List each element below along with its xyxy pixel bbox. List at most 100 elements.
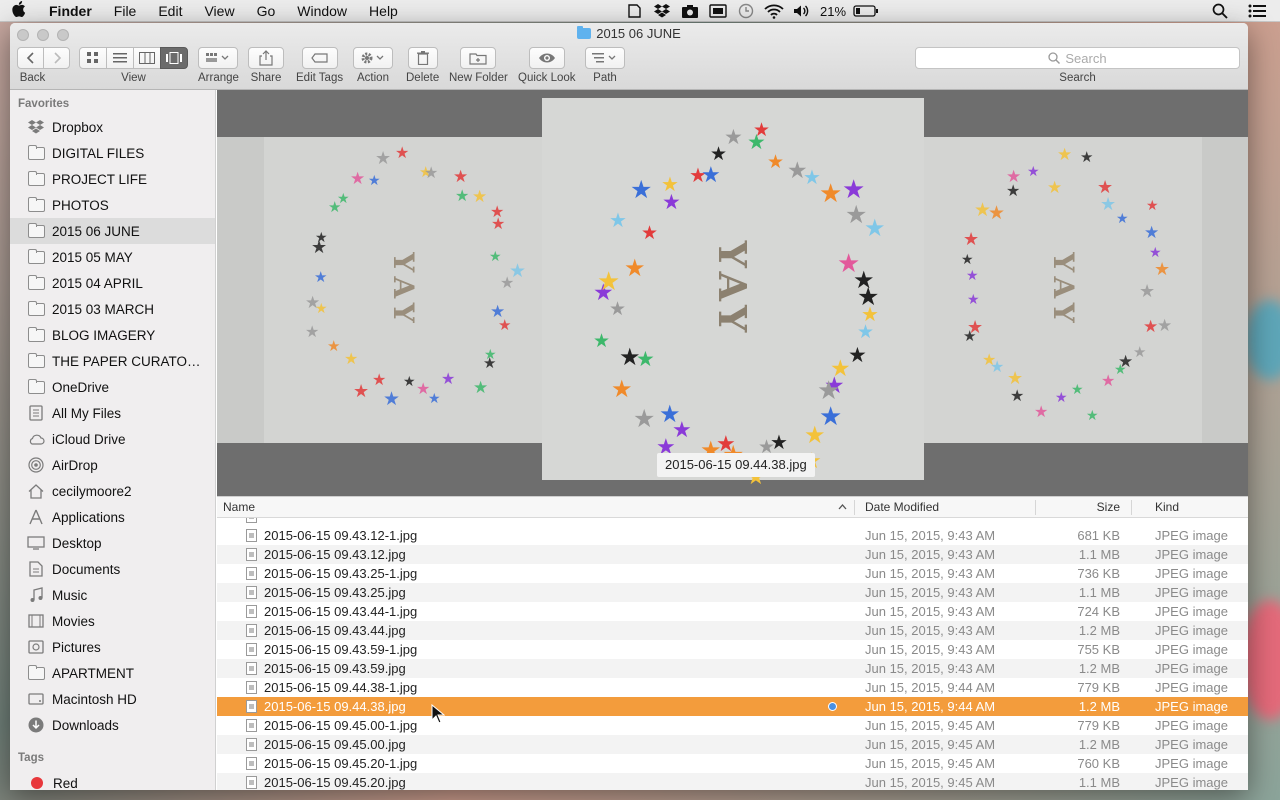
column-divider[interactable] [854, 500, 855, 515]
battery-icon[interactable] [853, 3, 879, 19]
quick-look-group: Quick Look [518, 47, 576, 84]
display-icon[interactable] [707, 3, 729, 19]
column-header-size[interactable]: Size [1097, 497, 1120, 518]
edit-tags-button[interactable] [301, 47, 338, 69]
sidebar-item-dropbox[interactable]: Dropbox [10, 114, 215, 140]
cover-flow-image-right-edge[interactable] [1202, 137, 1248, 443]
sidebar-item-onedrive[interactable]: OneDrive [10, 374, 215, 400]
column-header-kind[interactable]: Kind [1155, 497, 1179, 518]
sidebar-item-movies[interactable]: Movies [10, 608, 215, 634]
column-divider[interactable] [1035, 500, 1036, 515]
list-view-button[interactable] [106, 47, 134, 69]
favorites-header: Favorites [18, 98, 70, 110]
sidebar-item-digital-files[interactable]: DIGITAL FILES [10, 140, 215, 166]
column-divider[interactable] [1131, 500, 1132, 515]
table-row[interactable]: 2015-06-15 09.43.44.jpg Jun 15, 2015, 9:4… [217, 621, 1248, 640]
time-machine-icon[interactable] [735, 3, 757, 19]
quick-look-button[interactable] [528, 47, 565, 69]
menu-help[interactable]: Help [358, 3, 409, 19]
sidebar-item-downloads[interactable]: Downloads [10, 712, 215, 738]
column-view-button[interactable] [133, 47, 161, 69]
table-row[interactable]: 2015-06-15 09.43.12-1.jpg Jun 15, 2015, 9… [217, 526, 1248, 545]
cover-flow-image-left-edge[interactable] [217, 137, 264, 443]
search-field[interactable]: Search [915, 47, 1240, 69]
action-button[interactable] [353, 47, 393, 69]
sidebar-item-2015-05-may[interactable]: 2015 05 MAY [10, 244, 215, 270]
sidebar-item-the-paper-curato[interactable]: THE PAPER CURATO… [10, 348, 215, 374]
sidebar-item-desktop[interactable]: Desktop [10, 530, 215, 556]
sidebar-item-documents[interactable]: Documents [10, 556, 215, 582]
date-modified: Jun 15, 2015, 9:43 AM [865, 528, 996, 543]
sidebar-tag-red[interactable]: Red [10, 770, 215, 790]
folder-icon [27, 222, 45, 239]
table-row[interactable]: 2015-06-15 09.43.59-1.jpg Jun 15, 2015, 9… [217, 640, 1248, 659]
column-header-date-modified[interactable]: Date Modified [865, 497, 939, 518]
menu-view[interactable]: View [193, 3, 245, 19]
icon-view-button[interactable] [79, 47, 107, 69]
sidebar-item-all-my-files[interactable]: All My Files [10, 400, 215, 426]
arrange-icon [206, 53, 229, 62]
sidebar-item-music[interactable]: Music [10, 582, 215, 608]
volume-icon[interactable] [791, 3, 813, 19]
menu-app-name[interactable]: Finder [38, 3, 103, 19]
sort-ascending-icon[interactable] [838, 497, 847, 518]
folder-icon [27, 664, 45, 681]
dropbox-icon[interactable] [651, 3, 673, 19]
sidebar-item-icloud-drive[interactable]: iCloud Drive [10, 426, 215, 452]
table-row[interactable]: 2015-06-15 09.45.00.jpg Jun 15, 2015, 9:4… [217, 735, 1248, 754]
delete-button[interactable] [407, 47, 438, 69]
star-confetti: ★ [1006, 183, 1021, 200]
arrange-label: Arrange [198, 72, 239, 84]
sidebar-item-pictures[interactable]: Pictures [10, 634, 215, 660]
sidebar-item-airdrop[interactable]: AirDrop [10, 452, 215, 478]
menu-file[interactable]: File [103, 3, 148, 19]
table-row-partial[interactable] [217, 518, 1248, 526]
sidebar-item-photos[interactable]: PHOTOS [10, 192, 215, 218]
spotlight-icon[interactable] [1209, 3, 1231, 19]
cover-flow-preview[interactable]: YAY YAY YAY ★ ★ ★ ★ ★ ★ ★ ★ ★ ★ ★ ★ ★ ★ ★ ★ ★ ★ ★ ★ ★ ★ ★ ★ ★ ★ ★ ★… [217, 90, 1248, 496]
arrange-button[interactable] [198, 47, 239, 69]
sidebar-item-project-life[interactable]: PROJECT LIFE [10, 166, 215, 192]
star-confetti: ★ [383, 389, 401, 410]
table-row[interactable]: 2015-06-15 09.44.38-1.jpg Jun 15, 2015, 9… [217, 678, 1248, 697]
sidebar-item-2015-04-april[interactable]: 2015 04 APRIL [10, 270, 215, 296]
camera-icon[interactable] [679, 3, 701, 19]
sidebar-item-apartment[interactable]: APARTMENT [10, 660, 215, 686]
table-row[interactable]: 2015-06-15 09.45.00-1.jpg Jun 15, 2015, 9… [217, 716, 1248, 735]
window-title: 2015 06 JUNE [10, 26, 1248, 41]
sidebar-item-blog-imagery[interactable]: BLOG IMAGERY [10, 322, 215, 348]
sidebar-item-cecilymoore2[interactable]: cecilymoore2 [10, 478, 215, 504]
table-row[interactable]: 2015-06-15 09.45.20-1.jpg Jun 15, 2015, 9… [217, 754, 1248, 773]
sidebar-item-label: 2015 06 JUNE [52, 223, 140, 239]
table-row[interactable]: 2015-06-15 09.44.38.jpg Jun 15, 2015, 9:4… [217, 697, 1248, 716]
apple-menu-icon[interactable] [0, 0, 38, 21]
table-row[interactable]: 2015-06-15 09.43.44-1.jpg Jun 15, 2015, 9… [217, 602, 1248, 621]
table-row[interactable]: 2015-06-15 09.43.12.jpg Jun 15, 2015, 9:4… [217, 545, 1248, 564]
table-row[interactable]: 2015-06-15 09.45.20.jpg Jun 15, 2015, 9:4… [217, 773, 1248, 790]
sidebar-item-2015-06-june[interactable]: 2015 06 JUNE [10, 218, 215, 244]
forward-button[interactable] [43, 47, 70, 69]
file-kind: JPEG image [1155, 699, 1228, 714]
evernote-icon[interactable] [623, 3, 645, 19]
table-row[interactable]: 2015-06-15 09.43.25.jpg Jun 15, 2015, 9:4… [217, 583, 1248, 602]
share-button[interactable] [248, 47, 284, 69]
sidebar-item-macintosh-hd[interactable]: Macintosh HD [10, 686, 215, 712]
table-row[interactable]: 2015-06-15 09.43.59.jpg Jun 15, 2015, 9:4… [217, 659, 1248, 678]
menu-go[interactable]: Go [246, 3, 287, 19]
column-header-name[interactable]: Name [223, 497, 255, 518]
star-confetti: ★ [1154, 259, 1171, 279]
notification-center-icon[interactable] [1246, 3, 1268, 19]
path-button[interactable] [585, 47, 625, 69]
menu-edit[interactable]: Edit [147, 3, 193, 19]
sidebar-item-label: Applications [52, 509, 125, 525]
sidebar-item-2015-03-march[interactable]: 2015 03 MARCH [10, 296, 215, 322]
sidebar-item-applications[interactable]: Applications [10, 504, 215, 530]
cover-flow-view-button[interactable] [160, 47, 188, 69]
wifi-icon[interactable] [763, 3, 785, 19]
sidebar-item-label: cecilymoore2 [52, 483, 132, 499]
menu-window[interactable]: Window [286, 3, 358, 19]
back-button[interactable] [17, 47, 44, 69]
new-folder-button[interactable] [460, 47, 497, 69]
tags-header: Tags [18, 752, 44, 764]
table-row[interactable]: 2015-06-15 09.43.25-1.jpg Jun 15, 2015, 9… [217, 564, 1248, 583]
